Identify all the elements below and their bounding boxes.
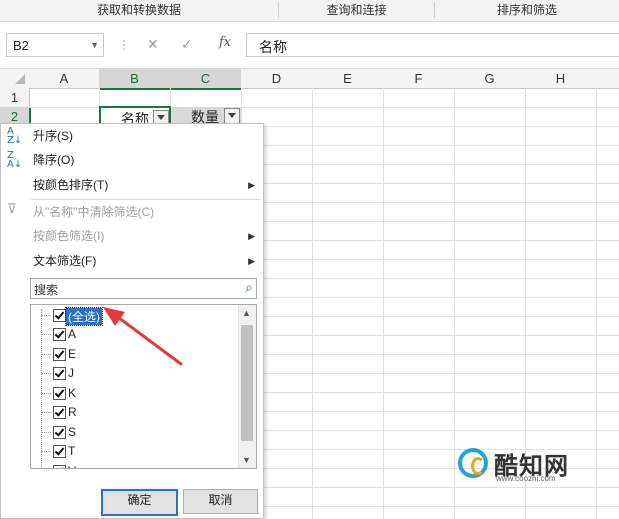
checkbox-checked-icon[interactable] (53, 445, 66, 458)
menu-divider (31, 199, 261, 200)
search-icon: ⌕ (245, 279, 253, 295)
list-item-label: J (68, 366, 74, 380)
search-placeholder: 搜索 (34, 283, 59, 297)
chevron-down-icon[interactable]: ▼ (90, 40, 99, 50)
list-item-label: T (68, 444, 76, 458)
ribbon-group-queries: 查询和连接 (326, 3, 387, 17)
submenu-arrow-icon: ▶ (248, 231, 255, 241)
ribbon-group-labels: 获取和转换数据 查询和连接 排序和筛选 (0, 0, 619, 22)
grid-line (596, 88, 597, 519)
ribbon-group-get-transform: 获取和转换数据 (96, 3, 181, 17)
name-box[interactable]: B2 ▼ (6, 33, 104, 57)
menu-clear-filter-label: 从"名称"中清除筛选(C) (33, 205, 155, 219)
checkbox-checked-icon[interactable] (53, 387, 66, 400)
cancel-icon[interactable]: ✕ (147, 36, 159, 53)
watermark-logo-icon (458, 448, 488, 478)
list-item-label: S (68, 425, 77, 439)
list-item[interactable]: V (31, 462, 236, 468)
name-box-value: B2 (13, 38, 29, 53)
menu-sort-by-color-label: 按颜色排序(T) (33, 178, 109, 192)
menu-sort-descending[interactable]: Z A↓ 降序(O) (1, 149, 263, 171)
watermark-url: www.coozhi.com (496, 474, 556, 483)
list-item[interactable]: T (31, 442, 236, 461)
sort-descending-icon: Z A↓ (7, 150, 23, 170)
tree-dots (41, 432, 51, 433)
enter-icon[interactable]: ✓ (181, 36, 193, 53)
list-item[interactable]: R (31, 403, 236, 422)
tree-dots (41, 412, 51, 413)
insert-function-icon[interactable]: fx (219, 35, 231, 50)
checkbox-checked-icon[interactable] (53, 426, 66, 439)
tree-dots (41, 334, 51, 335)
menu-clear-filter: ⊽ 从"名称"中清除筛选(C) (1, 201, 263, 223)
list-item-label: A (68, 327, 77, 341)
checkbox-checked-icon[interactable] (53, 348, 66, 361)
checkbox-checked-icon[interactable] (53, 406, 66, 419)
tree-dots (41, 315, 51, 316)
menu-text-filters-label: 文本筛选(F) (33, 254, 97, 268)
column-header-c[interactable]: C (170, 69, 242, 90)
watermark-logo: 酷知网 www.coozhi.com (458, 444, 584, 486)
clear-filter-icon: ⊽ (7, 202, 17, 217)
menu-sort-ascending-label: 升序(S) (33, 129, 73, 143)
menu-sort-by-color[interactable]: 按颜色排序(T) ▶ (1, 174, 263, 196)
column-header-f[interactable]: F (383, 69, 455, 89)
menu-text-filters[interactable]: 文本筛选(F) ▶ (1, 250, 263, 272)
list-scrollbar[interactable]: ▲ ▼ (238, 305, 256, 468)
formula-text: 名称 (259, 39, 287, 55)
ribbon-group-sort-filter: 排序和筛选 (496, 3, 557, 17)
list-item[interactable]: K (31, 384, 236, 403)
cancel-button[interactable]: 取消 (183, 489, 258, 514)
column-header-g[interactable]: G (454, 69, 526, 89)
more-options-icon: ⋮ (118, 38, 130, 52)
submenu-arrow-icon: ▶ (248, 256, 255, 266)
column-header-next[interactable] (596, 69, 619, 89)
tree-dots (41, 373, 51, 374)
grid-line (312, 88, 313, 519)
column-header-h[interactable]: H (525, 69, 597, 89)
list-item-label: K (68, 386, 77, 400)
scroll-thumb[interactable] (241, 325, 253, 441)
grid-line (383, 88, 384, 519)
tree-dots (41, 393, 51, 394)
checkbox-checked-icon[interactable] (53, 465, 66, 468)
column-header-d[interactable]: D (241, 69, 313, 89)
column-header-b[interactable]: B (99, 69, 171, 90)
ok-button[interactable]: 确定 (101, 489, 178, 516)
list-item-label: E (68, 347, 77, 361)
submenu-arrow-icon: ▶ (248, 180, 255, 190)
corner-triangle-icon (15, 74, 25, 84)
menu-sort-ascending[interactable]: A Z↓ 升序(S) (1, 125, 263, 147)
row-header-1[interactable]: 1 (0, 88, 30, 108)
filter-search-input[interactable]: 搜索 ⌕ (30, 278, 257, 299)
tree-dots (41, 354, 51, 355)
scroll-up-icon[interactable]: ▲ (242, 308, 251, 318)
column-header-a[interactable]: A (29, 69, 100, 89)
list-item-label: R (68, 405, 77, 419)
grid-line (454, 88, 455, 519)
list-item[interactable]: S (31, 423, 236, 442)
filter-dropdown-c-icon[interactable] (224, 108, 240, 124)
annotation-arrow-icon (103, 307, 183, 366)
select-all-corner[interactable] (0, 69, 30, 89)
checkbox-checked-icon[interactable] (53, 367, 66, 380)
column-header-e[interactable]: E (312, 69, 384, 89)
checkbox-checked-icon[interactable] (53, 328, 66, 341)
menu-sort-descending-label: 降序(O) (33, 153, 75, 167)
tree-dots (41, 451, 51, 452)
scroll-down-icon[interactable]: ▼ (242, 455, 251, 465)
menu-filter-by-color: 按颜色筛选(I) ▶ (1, 225, 263, 247)
checkbox-checked-icon[interactable] (53, 309, 66, 322)
formula-input[interactable]: 名称 (246, 33, 619, 57)
sort-ascending-icon: A Z↓ (7, 126, 23, 146)
list-item-label: V (68, 464, 76, 468)
menu-filter-by-color-label: 按颜色筛选(I) (33, 229, 105, 243)
